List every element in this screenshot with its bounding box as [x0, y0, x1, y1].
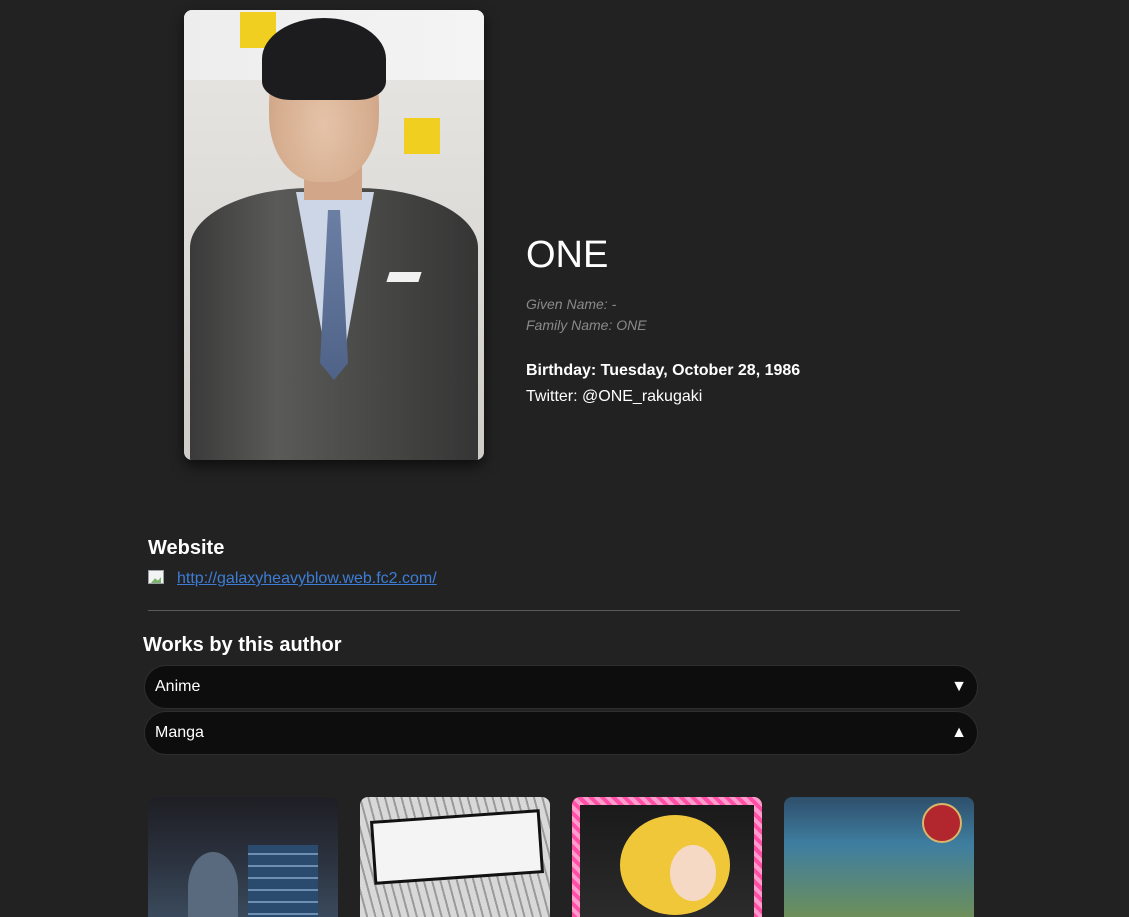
given-name: Given Name: - — [526, 296, 617, 312]
cover-art-panel — [580, 805, 754, 917]
manga-cover[interactable] — [784, 797, 974, 917]
cover-art-face — [670, 845, 716, 901]
chevron-up-icon: ▲ — [951, 724, 967, 741]
cover-art-title-block — [369, 809, 545, 885]
website-heading: Website — [148, 537, 225, 559]
divider — [148, 610, 960, 611]
twitter-handle: Twitter: @ONE_rakugaki — [526, 388, 703, 405]
works-heading: Works by this author — [143, 634, 342, 656]
family-name: Family Name: ONE — [526, 317, 647, 333]
photo-logo-block — [404, 118, 440, 154]
author-photo — [184, 10, 484, 460]
manga-cover[interactable] — [360, 797, 550, 917]
accordion-label: Anime — [155, 678, 201, 695]
chevron-down-icon: ▼ — [951, 678, 967, 695]
accordion-manga[interactable]: Manga ▲ — [144, 711, 978, 755]
birthday: Birthday: Tuesday, October 28, 1986 — [526, 362, 801, 379]
cover-art-vending-machine — [248, 845, 318, 917]
photo-pocket-square — [386, 272, 422, 282]
manga-cover[interactable] — [148, 797, 338, 917]
manga-cover[interactable] — [572, 797, 762, 917]
photo-hair — [262, 18, 386, 100]
accordion-anime[interactable]: Anime ▼ — [144, 665, 978, 709]
cover-art-badge — [922, 803, 962, 843]
cover-art-figure — [188, 852, 238, 917]
broken-image-icon — [148, 570, 170, 592]
website-link[interactable]: http://galaxyheavyblow.web.fc2.com/ — [177, 570, 437, 588]
author-name: ONE — [526, 234, 609, 276]
accordion-label: Manga — [155, 724, 204, 741]
